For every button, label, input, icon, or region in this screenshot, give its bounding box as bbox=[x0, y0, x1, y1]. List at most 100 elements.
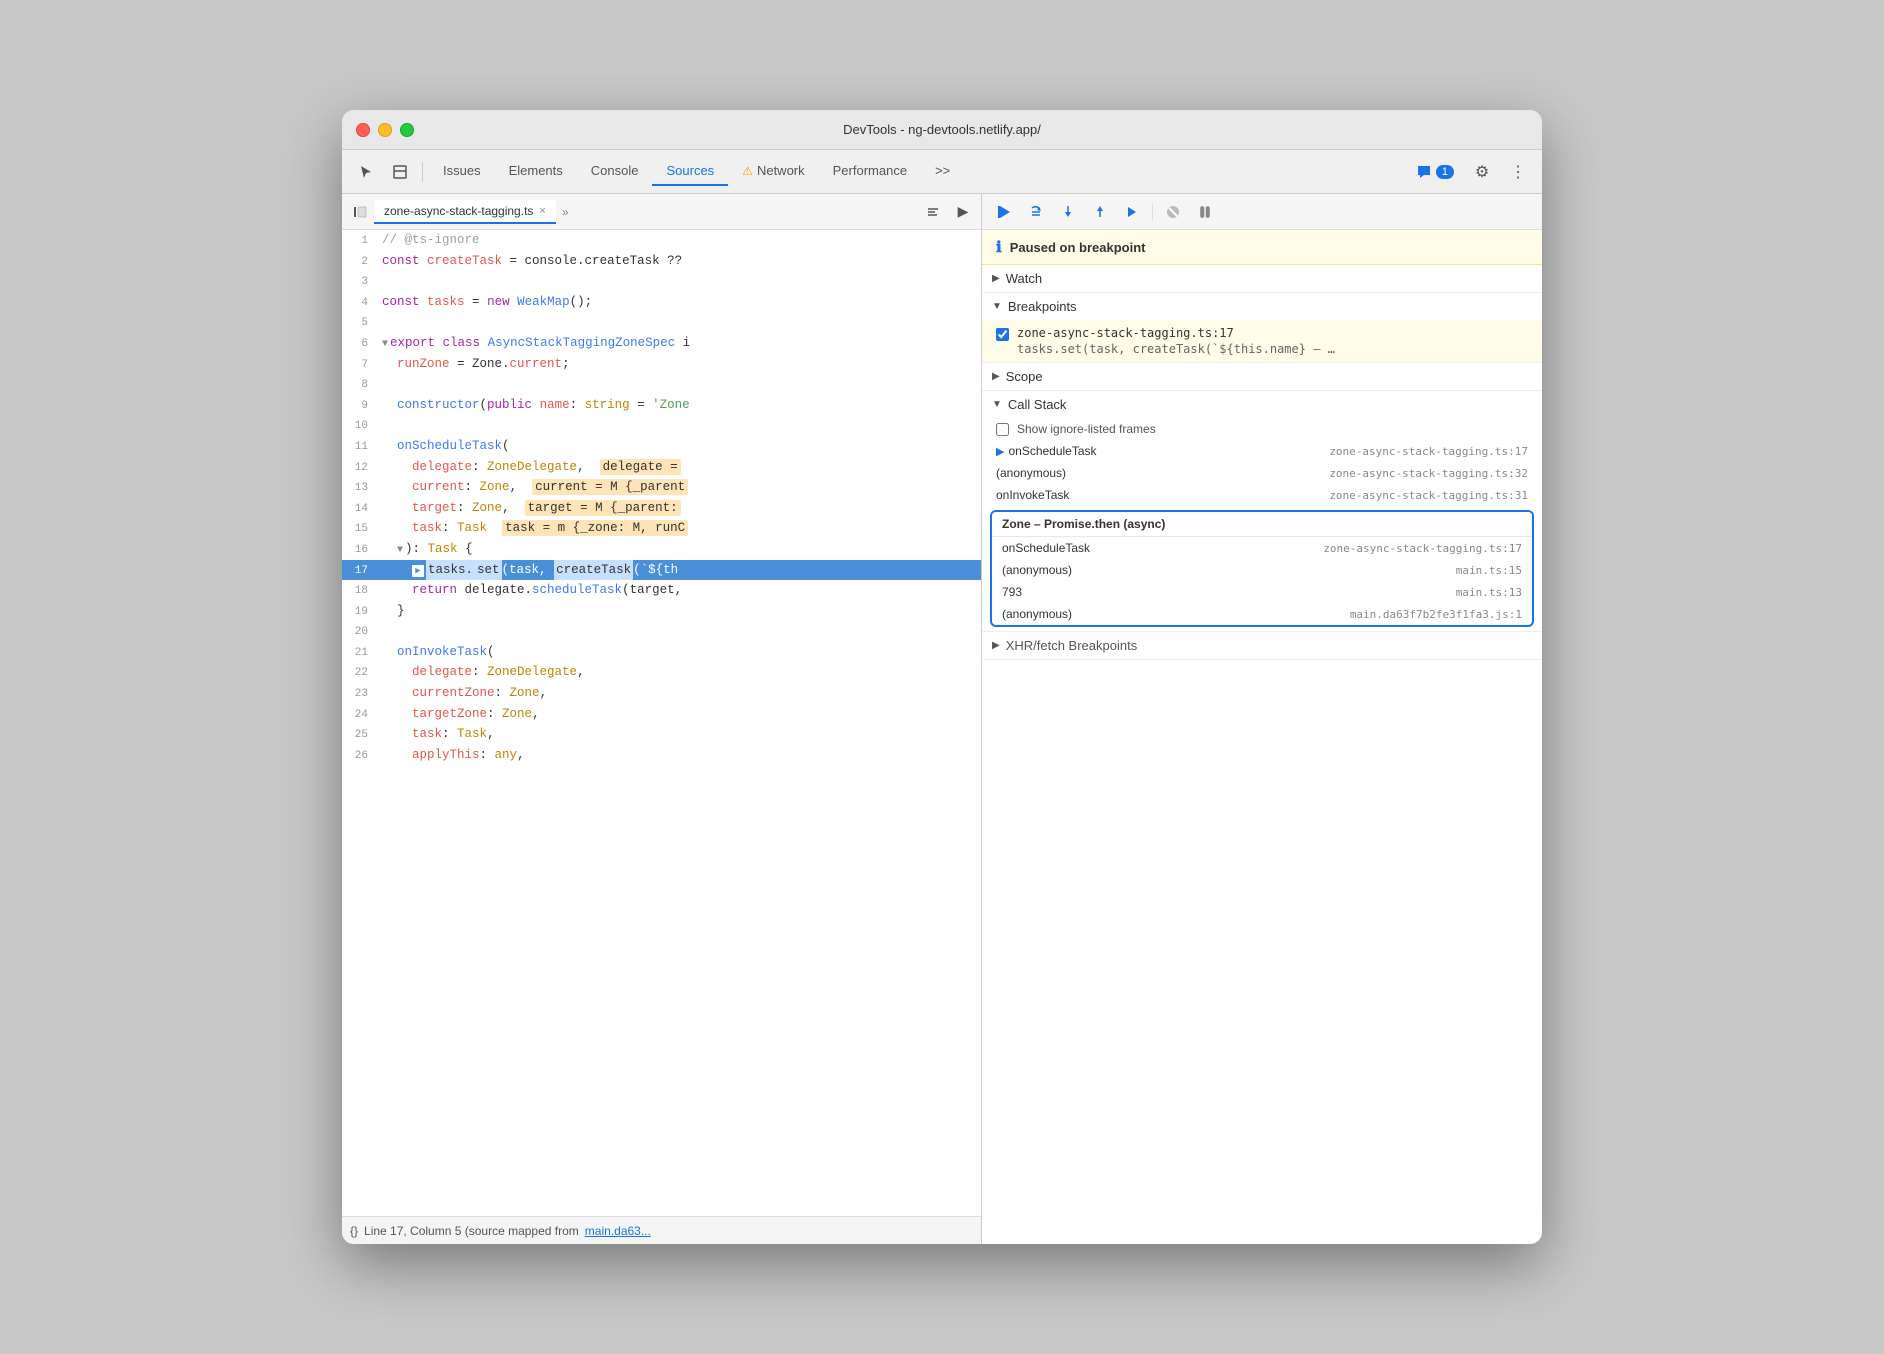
show-ignore-checkbox[interactable] bbox=[996, 423, 1009, 436]
settings-button[interactable]: ⚙ bbox=[1466, 156, 1498, 188]
show-ignore-option: Show ignore-listed frames bbox=[982, 418, 1542, 440]
code-line-12: 12 delegate: ZoneDelegate, delegate = bbox=[342, 457, 981, 478]
async-frame-2[interactable]: (anonymous) main.ts:15 bbox=[992, 559, 1532, 581]
async-frame-1[interactable]: onScheduleTask zone-async-stack-tagging.… bbox=[992, 537, 1532, 559]
file-tab-close[interactable]: × bbox=[539, 205, 545, 217]
breakpoints-section-header[interactable]: ▼ Breakpoints bbox=[982, 293, 1542, 320]
code-line-4: 4 const tasks = new WeakMap(); bbox=[342, 292, 981, 313]
code-line-7: 7 runZone = Zone.current; bbox=[342, 354, 981, 375]
maximize-button[interactable] bbox=[400, 123, 414, 137]
cursor-icon-btn[interactable] bbox=[350, 156, 382, 188]
devtools-body: zone-async-stack-tagging.ts × » ▶ 1 // @… bbox=[342, 194, 1542, 1244]
debug-sep bbox=[1152, 203, 1153, 221]
pause-exceptions-button[interactable] bbox=[1191, 198, 1219, 226]
scope-label: Scope bbox=[1006, 369, 1043, 384]
async-group: Zone – Promise.then (async) onScheduleTa… bbox=[990, 510, 1534, 627]
callstack-arrow: ▼ bbox=[992, 399, 1002, 410]
tab-network[interactable]: ⚠ Network bbox=[728, 157, 818, 186]
more-menu-button[interactable]: ⋮ bbox=[1502, 156, 1534, 188]
async-frame-name-2: (anonymous) bbox=[1002, 563, 1452, 577]
dock-icon-btn[interactable] bbox=[384, 156, 416, 188]
format-button[interactable] bbox=[919, 198, 947, 226]
watch-arrow: ▶ bbox=[992, 273, 1000, 284]
code-line-19: 19 } bbox=[342, 601, 981, 622]
devtools-toolbar: Issues Elements Console Sources ⚠ Networ… bbox=[342, 150, 1542, 194]
run-snippet-button[interactable]: ▶ bbox=[949, 198, 977, 226]
xhr-section-header[interactable]: ▶ XHR/fetch Breakpoints bbox=[982, 632, 1542, 659]
debug-toolbar bbox=[982, 194, 1542, 230]
titlebar: DevTools - ng-devtools.netlify.app/ bbox=[342, 110, 1542, 150]
async-frame-loc-3: main.ts:13 bbox=[1456, 586, 1522, 599]
tab-sources[interactable]: Sources bbox=[652, 157, 728, 186]
code-line-14: 14 target: Zone, target = M {_parent: bbox=[342, 498, 981, 519]
resume-button[interactable] bbox=[990, 198, 1018, 226]
callstack-frame-1[interactable]: ▶ onScheduleTask zone-async-stack-taggin… bbox=[982, 440, 1542, 462]
traffic-lights bbox=[356, 123, 414, 137]
file-tab-name: zone-async-stack-tagging.ts bbox=[384, 204, 533, 218]
frame-loc-2: zone-async-stack-tagging.ts:32 bbox=[1329, 467, 1528, 480]
async-frame-3[interactable]: 793 main.ts:13 bbox=[992, 581, 1532, 603]
chat-badge: 1 bbox=[1436, 165, 1454, 179]
step-into-button[interactable] bbox=[1054, 198, 1082, 226]
code-line-18: 18 return delegate.scheduleTask(target, bbox=[342, 580, 981, 601]
tab-console[interactable]: Console bbox=[577, 157, 653, 186]
code-line-1: 1 // @ts-ignore bbox=[342, 230, 981, 251]
close-button[interactable] bbox=[356, 123, 370, 137]
tab-performance[interactable]: Performance bbox=[819, 157, 921, 186]
deactivate-breakpoints-button[interactable] bbox=[1159, 198, 1187, 226]
sources-right-panel: ℹ Paused on breakpoint ▶ Watch ▼ Breakpo… bbox=[982, 194, 1542, 1244]
frame-name-2: (anonymous) bbox=[996, 466, 1325, 480]
file-tab-more[interactable]: » bbox=[556, 201, 575, 223]
code-line-9: 9 constructor(public name: string = 'Zon… bbox=[342, 395, 981, 416]
paused-banner: ℹ Paused on breakpoint bbox=[982, 230, 1542, 265]
code-editor[interactable]: 1 // @ts-ignore 2 const createTask = con… bbox=[342, 230, 981, 1216]
sources-actions: ▶ bbox=[919, 198, 977, 226]
devtools-window: DevTools - ng-devtools.netlify.app/ Issu… bbox=[342, 110, 1542, 1244]
step-button[interactable] bbox=[1118, 198, 1146, 226]
scope-section-header[interactable]: ▶ Scope bbox=[982, 363, 1542, 390]
callstack-section-header[interactable]: ▼ Call Stack bbox=[982, 391, 1542, 418]
chat-button[interactable]: 1 bbox=[1408, 160, 1462, 184]
source-map-link[interactable]: main.da63... bbox=[585, 1224, 651, 1238]
callstack-frame-3[interactable]: onInvokeTask zone-async-stack-tagging.ts… bbox=[982, 484, 1542, 506]
step-out-button[interactable] bbox=[1086, 198, 1114, 226]
xhr-section: ▶ XHR/fetch Breakpoints bbox=[982, 632, 1542, 660]
callstack-label: Call Stack bbox=[1008, 397, 1067, 412]
frame-name-1: onScheduleTask bbox=[1008, 444, 1325, 458]
breakpoint-checkbox[interactable] bbox=[996, 328, 1009, 341]
breakpoint-content: zone-async-stack-tagging.ts:17 tasks.set… bbox=[1017, 326, 1528, 356]
async-frame-name-3: 793 bbox=[1002, 585, 1452, 599]
code-line-26: 26 applyThis: any, bbox=[342, 745, 981, 766]
code-line-5: 5 bbox=[342, 312, 981, 333]
async-group-header: Zone – Promise.then (async) bbox=[992, 512, 1532, 537]
breakpoint-code: tasks.set(task, createTask(`${this.name}… bbox=[1017, 342, 1528, 356]
pretty-print-icon[interactable]: {} bbox=[350, 1224, 358, 1238]
async-frame-4[interactable]: (anonymous) main.da63f7b2fe3f1fa3.js:1 bbox=[992, 603, 1532, 625]
minimize-button[interactable] bbox=[378, 123, 392, 137]
code-line-23: 23 currentZone: Zone, bbox=[342, 683, 981, 704]
statusbar: {} Line 17, Column 5 (source mapped from… bbox=[342, 1216, 981, 1244]
warning-icon: ⚠ bbox=[742, 164, 753, 178]
tab-more[interactable]: >> bbox=[921, 157, 964, 186]
callstack-frame-2[interactable]: (anonymous) zone-async-stack-tagging.ts:… bbox=[982, 462, 1542, 484]
breakpoints-section: ▼ Breakpoints zone-async-stack-tagging.t… bbox=[982, 293, 1542, 363]
frame-loc-1: zone-async-stack-tagging.ts:17 bbox=[1329, 445, 1528, 458]
async-frame-loc-1: zone-async-stack-tagging.ts:17 bbox=[1323, 542, 1522, 555]
xhr-arrow: ▶ bbox=[992, 640, 1000, 651]
code-line-16: 16 ▼): Task { bbox=[342, 539, 981, 560]
tab-issues[interactable]: Issues bbox=[429, 157, 495, 186]
toolbar-separator bbox=[422, 162, 423, 182]
sidebar-toggle-button[interactable] bbox=[346, 198, 374, 226]
code-line-11: 11 onScheduleTask( bbox=[342, 436, 981, 457]
file-tab-zone[interactable]: zone-async-stack-tagging.ts × bbox=[374, 200, 556, 224]
code-line-2: 2 const createTask = console.createTask … bbox=[342, 251, 981, 272]
scope-arrow: ▶ bbox=[992, 371, 1000, 382]
code-line-6: 6 ▼export class AsyncStackTaggingZoneSpe… bbox=[342, 333, 981, 354]
code-line-3: 3 bbox=[342, 271, 981, 292]
tab-elements[interactable]: Elements bbox=[495, 157, 577, 186]
watch-section-header[interactable]: ▶ Watch bbox=[982, 265, 1542, 292]
step-over-button[interactable] bbox=[1022, 198, 1050, 226]
code-line-22: 22 delegate: ZoneDelegate, bbox=[342, 662, 981, 683]
frame-loc-3: zone-async-stack-tagging.ts:31 bbox=[1329, 489, 1528, 502]
breakpoints-label: Breakpoints bbox=[1008, 299, 1077, 314]
